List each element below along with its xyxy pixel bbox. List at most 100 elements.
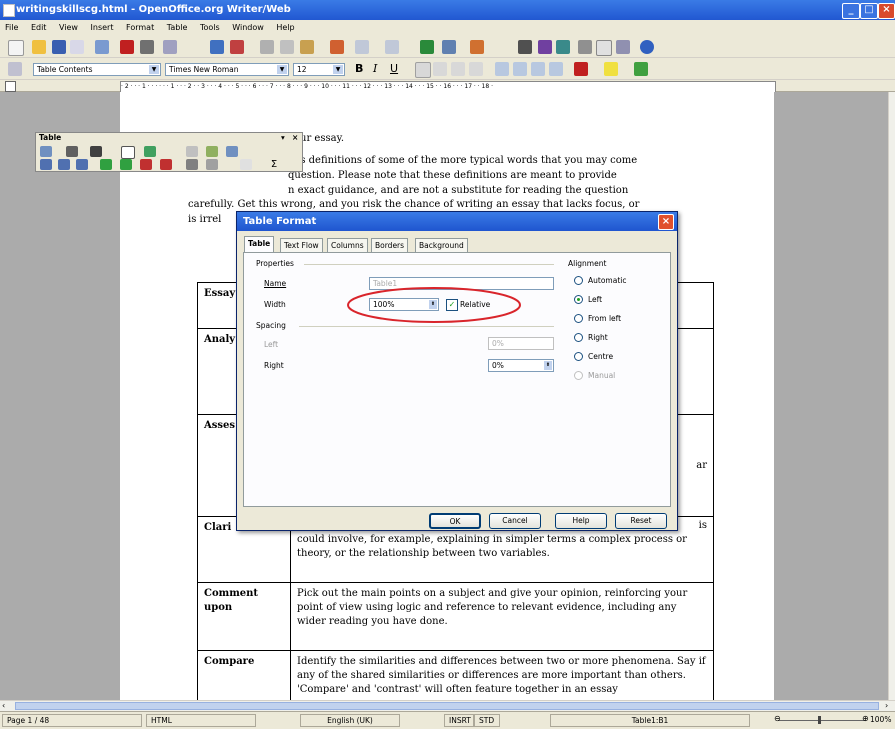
insert-mode-indicator[interactable]: INSRT — [444, 714, 474, 727]
right-spacing-input[interactable]: 0% ⬍ — [488, 359, 554, 372]
print-icon[interactable] — [140, 40, 154, 54]
definition-cell[interactable]: Pick out the main points on a subject an… — [290, 582, 714, 651]
tab-columns[interactable]: Columns — [327, 238, 368, 252]
save-icon[interactable] — [52, 40, 66, 54]
left-spacing-input[interactable]: 0% — [488, 337, 554, 350]
datasource-icon[interactable] — [578, 40, 592, 54]
formatting-marks-icon[interactable] — [596, 40, 612, 56]
find-icon[interactable] — [518, 40, 532, 54]
gallery-icon[interactable] — [556, 40, 570, 54]
menu-insert[interactable]: Insert — [86, 20, 119, 36]
ok-button[interactable]: OK — [429, 513, 481, 529]
sum-icon[interactable]: Σ — [268, 159, 280, 170]
copy-icon[interactable] — [280, 40, 294, 54]
paste-icon[interactable] — [300, 40, 314, 54]
hyperlink-icon[interactable] — [420, 40, 434, 54]
font-color-icon[interactable] — [574, 62, 588, 76]
bold-icon[interactable]: B — [355, 62, 363, 75]
menu-file[interactable]: File — [0, 20, 23, 36]
close-icon[interactable]: × — [292, 133, 298, 143]
chart-icon[interactable] — [470, 40, 484, 54]
styles-icon[interactable] — [8, 62, 22, 76]
optimize-icon[interactable] — [226, 146, 238, 157]
table-icon[interactable] — [442, 40, 456, 54]
page-indicator[interactable]: Page 1 / 48 — [2, 714, 142, 727]
insert-row-icon[interactable] — [100, 159, 112, 170]
scroll-left-icon[interactable]: ‹ — [2, 701, 5, 710]
line-color-icon[interactable] — [90, 146, 102, 157]
delete-column-icon[interactable] — [160, 159, 172, 170]
spellcheck-icon[interactable] — [210, 40, 224, 54]
alignment-centre-radio[interactable] — [574, 352, 583, 361]
select-table-icon[interactable] — [186, 159, 198, 170]
align-left-icon[interactable] — [415, 62, 431, 78]
merge-cells-icon[interactable] — [186, 146, 198, 157]
font-size-select[interactable]: 12 ▼ — [293, 63, 345, 76]
scroll-thumb[interactable] — [15, 702, 879, 710]
menu-table[interactable]: Table — [162, 20, 193, 36]
numbering-icon[interactable] — [495, 62, 509, 76]
justify-icon[interactable] — [469, 62, 483, 76]
help-icon[interactable] — [640, 40, 654, 54]
menu-format[interactable]: Format — [121, 20, 159, 36]
tab-text-flow[interactable]: Text Flow — [280, 238, 323, 252]
align-top-icon[interactable] — [40, 159, 52, 170]
highlight-icon[interactable] — [604, 62, 618, 76]
close-button[interactable]: × — [878, 3, 895, 19]
cancel-button[interactable]: Cancel — [489, 513, 541, 529]
zoom-level[interactable]: 100% — [868, 714, 895, 727]
alignment-automatic-radio[interactable] — [574, 276, 583, 285]
autospellcheck-icon[interactable] — [230, 40, 244, 54]
cell-background-icon[interactable] — [144, 146, 156, 157]
export-pdf-icon[interactable] — [120, 40, 134, 54]
new-document-icon[interactable] — [8, 40, 24, 56]
delete-row-icon[interactable] — [140, 159, 152, 170]
toolbar-menu-icon[interactable]: ▾ — [281, 133, 285, 143]
line-style-icon[interactable] — [66, 146, 78, 157]
align-center-icon[interactable] — [433, 62, 447, 76]
alignment-right-radio[interactable] — [574, 333, 583, 342]
alignment-from-left-radio[interactable] — [574, 314, 583, 323]
zoom-slider[interactable]: ⊖ ⊕ — [774, 714, 869, 724]
insert-column-icon[interactable] — [120, 159, 132, 170]
zoom-icon[interactable] — [616, 40, 630, 54]
language-indicator[interactable]: English (UK) — [300, 714, 400, 727]
paragraph-style-select[interactable]: Table Contents ▼ — [33, 63, 161, 76]
table-properties-icon[interactable] — [206, 159, 218, 170]
edit-file-icon[interactable] — [95, 40, 109, 54]
spin-arrows-icon[interactable]: ⬍ — [544, 361, 552, 370]
horizontal-scrollbar[interactable]: ‹ › — [0, 700, 895, 711]
tab-background[interactable]: Background — [415, 238, 468, 252]
maximize-button[interactable]: □ — [860, 3, 878, 19]
tab-borders[interactable]: Borders — [371, 238, 409, 252]
help-button[interactable]: Help — [555, 513, 607, 529]
increase-indent-icon[interactable] — [549, 62, 563, 76]
dialog-titlebar[interactable]: Table Format × — [237, 212, 677, 231]
open-folder-icon[interactable] — [32, 40, 46, 54]
table-toolbar-header[interactable]: Table ▾ × — [36, 133, 302, 143]
print-preview-icon[interactable] — [163, 40, 177, 54]
email-icon[interactable] — [70, 40, 84, 54]
borders-icon[interactable] — [121, 146, 135, 159]
italic-icon[interactable]: I — [373, 62, 377, 75]
format-paintbrush-icon[interactable] — [330, 40, 344, 54]
align-middle-icon[interactable] — [58, 159, 70, 170]
align-right-icon[interactable] — [451, 62, 465, 76]
minimize-button[interactable]: _ — [842, 3, 860, 19]
sort-icon[interactable] — [240, 159, 252, 170]
navigator-icon[interactable] — [538, 40, 552, 54]
term-cell[interactable]: Comment upon — [197, 582, 291, 651]
menu-help[interactable]: Help — [271, 20, 299, 36]
close-icon[interactable]: × — [658, 214, 674, 230]
font-name-select[interactable]: Times New Roman ▼ — [165, 63, 289, 76]
menu-window[interactable]: Window — [227, 20, 269, 36]
zoom-out-icon[interactable]: ⊖ — [774, 714, 781, 723]
ruler-corner-icon[interactable] — [5, 81, 16, 92]
align-bottom-icon[interactable] — [76, 159, 88, 170]
bullets-icon[interactable] — [513, 62, 527, 76]
menu-tools[interactable]: Tools — [195, 20, 225, 36]
redo-icon[interactable] — [385, 40, 399, 54]
zoom-slider-thumb[interactable] — [818, 716, 821, 724]
alignment-left-radio[interactable] — [574, 295, 583, 304]
selection-mode-indicator[interactable]: STD — [474, 714, 500, 727]
